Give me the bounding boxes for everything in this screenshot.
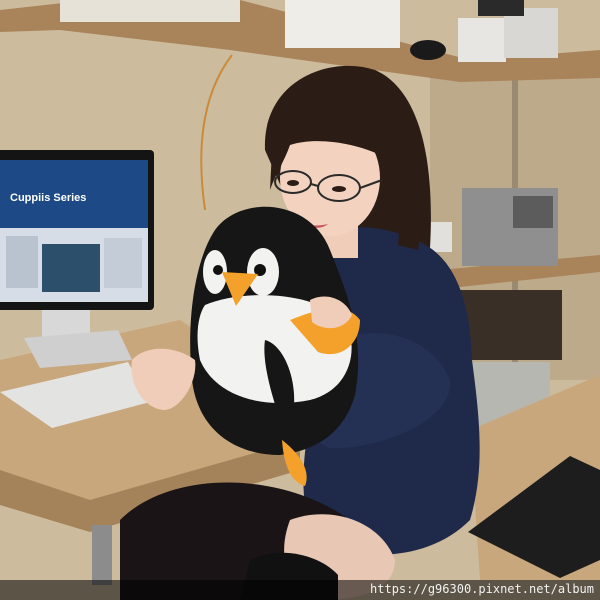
monitor-screen-heading: Cuppiis Series [10,192,87,204]
eye-left [287,180,299,186]
screen-text-block-1 [6,236,38,288]
screen-text-block-2 [104,238,142,288]
shelf-box-center [285,0,400,48]
eye-right [332,186,346,192]
shelf-device-3 [478,0,524,16]
pc-tower-panel [513,196,553,228]
watermark-text: https://g96300.pixnet.net/album [370,582,594,596]
shelf-box-left [60,0,240,22]
penguin-eye-left [213,265,223,275]
watermark-bar: https://g96300.pixnet.net/album [0,580,600,600]
photo-scene [0,0,600,600]
shelf-device-1 [458,18,506,62]
shelf-figurine [410,40,446,60]
screen-image [42,244,100,292]
desk-leg [92,525,112,585]
